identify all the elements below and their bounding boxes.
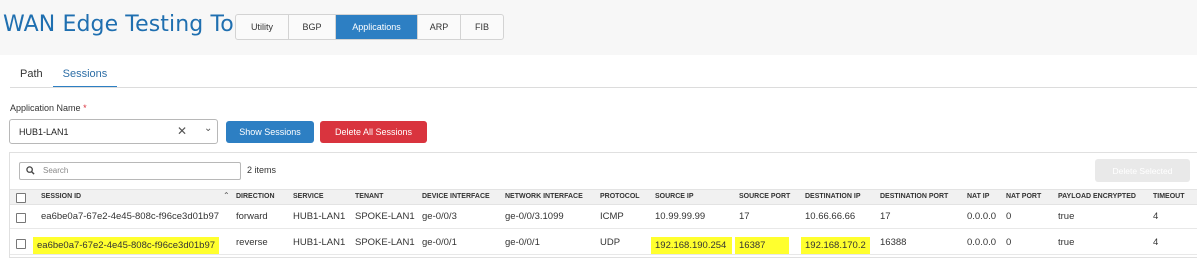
sessions-table-panel: Search 2 items Delete Selected SESSION I… <box>9 152 1197 258</box>
col-source-port[interactable]: SOURCE PORT <box>739 193 790 200</box>
col-protocol[interactable]: PROTOCOL <box>600 193 640 200</box>
cell-payload-encrypted: true <box>1058 237 1075 248</box>
cell-destination-ip: 10.66.66.66 <box>805 211 856 222</box>
cell-network-interface: ge-0/0/3.1099 <box>505 211 564 222</box>
cell-destination-port: 16388 <box>880 237 907 248</box>
page-title: WAN Edge Testing Tools <box>3 12 266 37</box>
table-row[interactable]: ea6be0a7-67e2-4e45-808c-f96ce3d01b97 rev… <box>10 231 1197 255</box>
col-timeout[interactable]: TIMEOUT <box>1153 193 1185 200</box>
tab-applications[interactable]: Applications <box>336 15 418 39</box>
header: WAN Edge Testing Tools Utility BGP Appli… <box>0 0 1197 55</box>
cell-nat-ip: 0.0.0.0 <box>967 237 997 248</box>
search-placeholder: Search <box>43 166 69 175</box>
table-row[interactable]: ea6be0a7-67e2-4e45-808c-f96ce3d01b97 for… <box>10 205 1197 229</box>
application-name-label: Application Name * <box>10 103 87 113</box>
cell-source-ip-highlighted: 192.168.190.254 <box>651 237 733 254</box>
cell-nat-port: 0 <box>1006 237 1012 248</box>
col-session-id[interactable]: SESSION ID <box>41 193 81 200</box>
col-nat-ip[interactable]: NAT IP <box>967 193 989 200</box>
search-icon <box>26 165 35 175</box>
delete-all-sessions-button[interactable]: Delete All Sessions <box>320 121 427 143</box>
cell-payload-encrypted: true <box>1058 211 1075 222</box>
select-all-checkbox[interactable] <box>16 193 26 203</box>
cell-direction: reverse <box>236 237 268 248</box>
cell-timeout: 4 <box>1153 237 1159 248</box>
cell-session-id: ea6be0a7-67e2-4e45-808c-f96ce3d01b97 <box>41 211 220 222</box>
col-tenant[interactable]: TENANT <box>355 193 383 200</box>
delete-selected-button[interactable]: Delete Selected <box>1095 159 1190 182</box>
col-source-ip[interactable]: SOURCE IP <box>655 193 694 200</box>
chevron-down-icon[interactable]: ⌄ <box>204 123 212 134</box>
show-sessions-button[interactable]: Show Sessions <box>226 121 314 143</box>
cell-nat-port: 0 <box>1006 211 1012 222</box>
cell-device-interface: ge-0/0/1 <box>422 237 457 248</box>
col-service[interactable]: SERVICE <box>293 193 324 200</box>
col-device-interface[interactable]: DEVICE INTERFACE <box>422 193 490 200</box>
cell-service: HUB1-LAN1 <box>293 237 346 248</box>
subtab-sessions[interactable]: Sessions <box>52 62 118 88</box>
application-name-label-text: Application Name <box>10 103 81 113</box>
tab-arp[interactable]: ARP <box>418 15 461 39</box>
clear-icon[interactable]: ✕ <box>177 124 187 138</box>
cell-device-interface: ge-0/0/3 <box>422 211 457 222</box>
col-payload-encrypted[interactable]: PAYLOAD ENCRYPTED <box>1058 193 1136 200</box>
cell-session-id-highlighted: ea6be0a7-67e2-4e45-808c-f96ce3d01b97 <box>33 237 220 254</box>
cell-tenant: SPOKE-LAN1 <box>355 237 415 248</box>
col-destination-port[interactable]: DESTINATION PORT <box>880 193 948 200</box>
col-network-interface[interactable]: NETWORK INTERFACE <box>505 193 583 200</box>
tab-fib[interactable]: FIB <box>461 15 503 39</box>
cell-source-port: 17 <box>739 211 750 222</box>
cell-source-port-highlighted: 16387 <box>735 237 790 254</box>
sort-asc-icon[interactable]: ⌃ <box>223 191 230 200</box>
divider <box>10 87 1197 88</box>
col-nat-port[interactable]: NAT PORT <box>1006 193 1041 200</box>
cell-destination-ip-highlighted: 192.168.170.2 <box>801 237 870 254</box>
cell-protocol: ICMP <box>600 211 624 222</box>
col-direction[interactable]: DIRECTION <box>236 193 275 200</box>
cell-source-ip: 10.99.99.99 <box>655 211 706 222</box>
tool-tabs: Utility BGP Applications ARP FIB <box>235 14 504 40</box>
subtab-path[interactable]: Path <box>10 62 53 88</box>
cell-service: HUB1-LAN1 <box>293 211 346 222</box>
cell-protocol: UDP <box>600 237 621 248</box>
cell-tenant: SPOKE-LAN1 <box>355 211 415 222</box>
cell-network-interface: ge-0/0/1 <box>505 237 540 248</box>
subtabs: Path Sessions <box>10 62 118 88</box>
col-destination-ip[interactable]: DESTINATION IP <box>805 193 860 200</box>
cell-destination-port: 17 <box>880 211 891 222</box>
tab-bgp[interactable]: BGP <box>289 15 336 39</box>
application-name-select[interactable]: HUB1-LAN1 ✕ ⌄ <box>9 119 218 144</box>
row-checkbox[interactable] <box>16 213 26 223</box>
cell-nat-ip: 0.0.0.0 <box>967 211 997 222</box>
row-checkbox[interactable] <box>16 239 26 249</box>
required-mark: * <box>83 103 87 113</box>
cell-direction: forward <box>236 211 268 222</box>
item-count: 2 items <box>247 165 277 175</box>
cell-timeout: 4 <box>1153 211 1159 222</box>
application-name-value: HUB1-LAN1 <box>19 127 69 137</box>
search-input[interactable]: Search <box>19 162 241 180</box>
table-header: SESSION ID ⌃ DIRECTION SERVICE TENANT DE… <box>10 189 1197 205</box>
tab-utility[interactable]: Utility <box>236 15 289 39</box>
